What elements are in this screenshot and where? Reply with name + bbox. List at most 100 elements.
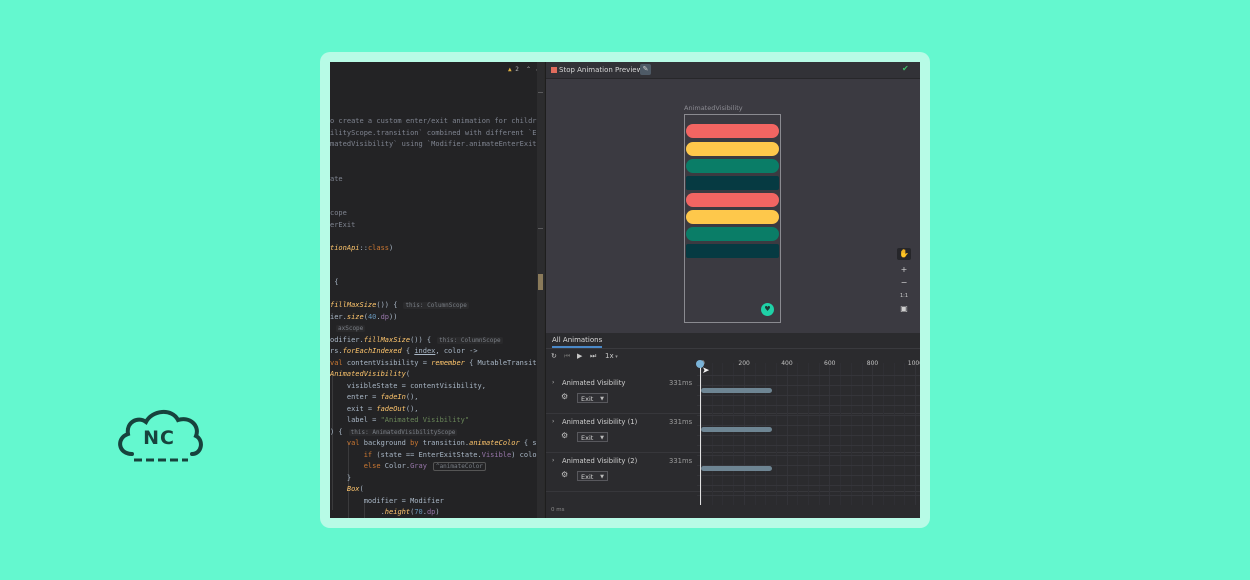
warning-count: 2 [515,66,519,73]
actual-size-icon[interactable]: 1:1 [897,290,911,302]
animation-row-title: Animated Visibility (2) [562,457,638,465]
code-token: { [401,347,415,355]
zoom-in-icon[interactable]: + [897,264,911,276]
tab-all-animations[interactable]: All Animations [552,336,603,348]
expand-chevron-icon[interactable]: › [552,457,554,464]
code-token: fadeOut [376,404,406,413]
state-dropdown[interactable]: Exit ▼ [577,432,608,442]
code-line: erExit [330,219,355,231]
chevron-down-icon: ▾ [613,354,618,360]
code-token: fadeIn [380,393,406,401]
code-token: (state == EnterExitState. [372,450,482,459]
code-token: o create a custom enter/exit animation f… [330,117,544,125]
code-token: else [363,462,381,470]
timeline-row-gridline [697,485,920,486]
code-line: ier.size(40.dp)) [330,311,397,323]
code-token: ier. [330,312,347,321]
speed-selector[interactable]: 1x ▾ [605,352,618,360]
stop-icon[interactable] [551,67,557,73]
code-token: Box [346,485,360,493]
code-token: :: [359,243,368,252]
code-line: modifier = Modifier [330,495,444,507]
timeline-row-gridline [697,475,920,476]
heart-icon[interactable]: ♥ [761,303,774,316]
code-line: exit = fadeOut(), [330,403,419,415]
code-token: class [367,243,390,252]
code-line: val background by transition.animateColo… [330,437,544,449]
code-token: modifier = Modifier [330,496,444,505]
timeline-row-gridline [697,415,920,416]
timeline-row-gridline [697,445,920,446]
code-token: val [330,358,343,367]
playhead[interactable] [700,363,701,505]
state-dropdown[interactable]: Exit ▼ [577,393,608,403]
skip-end-icon[interactable]: ⏭ [590,352,596,361]
warning-indicator[interactable]: ▲ 2 [508,66,519,73]
zoom-out-icon[interactable]: − [897,277,911,289]
nc-logo: NC [112,404,206,468]
code-token: dp [380,312,390,321]
expand-chevron-icon[interactable]: › [552,379,554,386]
chevron-down-icon: ▼ [600,396,604,402]
timeline-row-gridline [697,405,920,406]
animation-track-bar[interactable] [701,388,772,393]
code-line: enter = fadeIn(), [330,391,419,403]
hand-icon[interactable]: ✋ [897,248,911,260]
animation-track-bar[interactable] [701,466,772,471]
code-token: ilityScope.transition` combined with dif… [330,128,544,137]
fit-screen-icon[interactable]: ▣ [897,303,911,315]
logo-text: NC [143,427,175,449]
code-token: )) [389,312,398,321]
code-token: { MutableTransitionS [469,358,544,367]
editor-scrollbar[interactable] [537,62,544,518]
skip-back-icon[interactable]: ⏮ [564,352,570,361]
code-token: transition. [418,439,470,447]
code-line: axScope [330,322,366,334]
code-token: { [330,278,339,286]
animated-item-box [686,142,779,156]
state-dropdown-value: Exit [581,395,594,403]
code-token: rs. [330,347,343,355]
play-icon[interactable]: ▶ [577,352,582,360]
composable-name-label: AnimatedVisibility [684,104,743,112]
code-token: , color -> [435,347,478,355]
code-line: val contentVisibility = remember { Mutab… [330,357,544,369]
state-dropdown[interactable]: Exit ▼ [577,471,608,481]
code-token: by [410,439,419,447]
timeline-ruler-label: 1000 [907,360,920,367]
code-token: exit = [330,404,377,413]
replay-icon[interactable]: ↻ [551,352,557,360]
stop-animation-preview-button[interactable]: Stop Animation Preview [559,65,642,75]
code-line: o create a custom enter/exit animation f… [330,115,544,127]
preview-device-frame[interactable]: ♥ [684,114,781,323]
check-icon: ✔ [902,64,909,73]
code-token: cope [330,209,347,217]
editor-scrollbar-thumb[interactable] [538,274,543,290]
code-token: AnimatedVisibility [330,370,406,378]
chevron-down-icon: ▼ [600,474,604,480]
edit-icon[interactable]: ✎ [640,64,651,75]
timeline[interactable]: 02004006008001000 [697,360,920,505]
expand-chevron-icon[interactable]: › [552,418,554,425]
chevron-up-icon[interactable]: ⌃ [526,66,531,73]
scrollbar-marker [538,92,543,93]
code-editor[interactable]: ▲ 2 ⌃ ⌄ o create a custom enter/exit ani… [330,62,544,518]
preview-toolbar: Stop Animation Preview ✎ ✔ [546,62,920,79]
code-token: background [359,439,411,447]
animation-track-bar[interactable] [701,427,772,432]
code-line: tionApi::class) [330,242,393,254]
code-token: ) { [330,427,343,436]
code-line: cope [330,207,347,219]
code-line: } [330,472,351,484]
code-token: 70 [414,508,423,516]
animation-duration: 331ms [669,418,693,426]
timeline-row-gridline [697,385,920,386]
code-token: erExit [330,220,356,229]
code-token: ) [389,243,394,252]
state-dropdown-value: Exit [581,434,594,442]
animated-item-box [686,244,779,258]
code-token: (), [405,393,419,401]
transition-state-icon: ⚙ [561,431,569,440]
